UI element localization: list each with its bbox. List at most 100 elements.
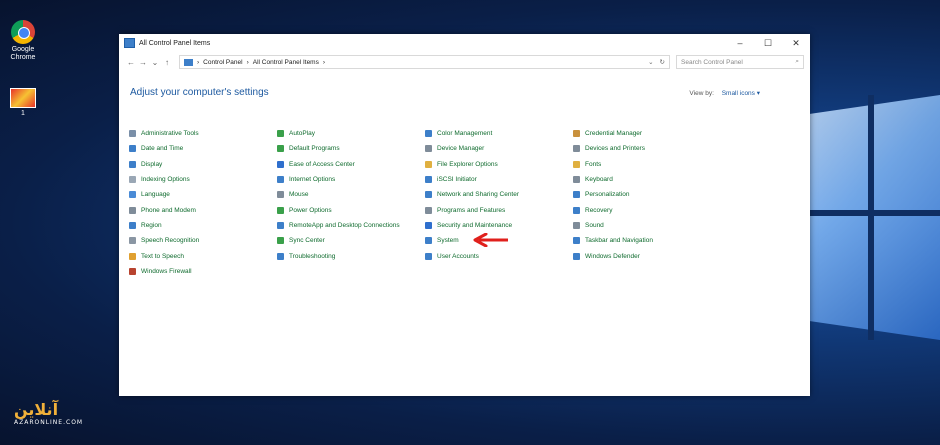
cp-item[interactable]: Taskbar and Navigation <box>573 233 721 248</box>
internet-options-icon <box>277 176 284 184</box>
network-icon <box>425 191 432 199</box>
security-flag-icon <box>425 221 432 229</box>
keyboard-icon <box>573 176 580 184</box>
image-file-icon <box>10 88 36 108</box>
minimize-button[interactable]: – <box>726 38 754 49</box>
phone-modem-icon <box>129 206 136 214</box>
cp-item[interactable]: Programs and Features <box>425 202 573 217</box>
credential-manager-icon <box>573 130 580 138</box>
back-button[interactable]: ← <box>125 58 137 67</box>
cp-item[interactable]: Recovery <box>573 202 721 217</box>
address-dropdown-icon[interactable]: ⌄ <box>648 58 653 66</box>
window-title: All Control Panel Items <box>139 39 211 47</box>
recent-locations-button[interactable]: ⌄ <box>149 58 161 67</box>
cp-item[interactable]: Network and Sharing Center <box>425 187 573 202</box>
control-panel-icon <box>124 38 135 48</box>
cp-item[interactable]: Date and Time <box>129 141 277 156</box>
date-time-icon <box>129 145 136 153</box>
device-manager-icon <box>425 145 432 153</box>
administrative-tools-icon <box>129 130 136 138</box>
iscsi-icon <box>425 176 432 184</box>
fonts-icon <box>573 160 580 168</box>
close-button[interactable]: ✕ <box>782 38 810 49</box>
personalization-icon <box>573 191 580 199</box>
sync-center-icon <box>277 237 284 245</box>
page-title: Adjust your computer's settings <box>130 87 269 98</box>
cp-item[interactable]: Credential Manager <box>573 126 721 141</box>
mouse-icon <box>277 191 284 199</box>
display-icon <box>129 160 136 168</box>
color-management-icon <box>425 130 432 138</box>
desktop-icon-chrome[interactable]: Google Chrome <box>3 20 43 62</box>
cp-item[interactable]: Sound <box>573 218 721 233</box>
remoteapp-icon <box>277 221 284 229</box>
chrome-icon <box>11 20 35 44</box>
cp-item[interactable]: Personalization <box>573 187 721 202</box>
cp-item[interactable]: Administrative Tools <box>129 126 277 141</box>
region-icon <box>129 221 136 229</box>
cp-item[interactable]: User Accounts <box>425 248 573 263</box>
search-icon: ⌕ <box>795 58 799 65</box>
red-arrow-annotation-icon <box>473 233 508 247</box>
cp-item[interactable]: RemoteApp and Desktop Connections <box>277 218 425 233</box>
cp-item[interactable]: Language <box>129 187 277 202</box>
recovery-icon <box>573 206 580 214</box>
view-by: View by: Small icons ▾ <box>689 89 760 97</box>
cp-item[interactable]: Ease of Access Center <box>277 157 425 172</box>
language-icon <box>129 191 136 199</box>
text-to-speech-icon <box>129 252 136 260</box>
autoplay-icon <box>277 130 284 138</box>
cp-item[interactable]: Display <box>129 157 277 172</box>
troubleshooting-icon <box>277 252 284 260</box>
user-accounts-icon <box>425 252 432 260</box>
cp-item[interactable]: Windows Defender <box>573 248 721 263</box>
cp-item[interactable]: Region <box>129 218 277 233</box>
cp-item[interactable]: Sync Center <box>277 233 425 248</box>
printer-icon <box>573 145 580 153</box>
cp-item[interactable]: Security and Maintenance <box>425 218 573 233</box>
cp-item[interactable]: Internet Options <box>277 172 425 187</box>
ease-of-access-icon <box>277 160 284 168</box>
cp-item[interactable]: Color Management <box>425 126 573 141</box>
maximize-button[interactable]: ☐ <box>754 38 782 49</box>
programs-features-icon <box>425 206 432 214</box>
control-panel-icon <box>184 58 193 66</box>
breadcrumb-all-items[interactable]: All Control Panel Items <box>253 59 319 66</box>
cp-item[interactable]: Device Manager <box>425 141 573 156</box>
control-panel-window: All Control Panel Items – ☐ ✕ ← → ⌄ ↑ › … <box>119 34 810 396</box>
power-options-icon <box>277 206 284 214</box>
cp-item[interactable]: Power Options <box>277 202 425 217</box>
cp-item[interactable]: Speech Recognition <box>129 233 277 248</box>
cp-item[interactable]: Keyboard <box>573 172 721 187</box>
speech-recognition-icon <box>129 237 136 245</box>
desktop-icon-image[interactable]: 1 <box>3 88 43 118</box>
search-input[interactable]: Search Control Panel ⌕ <box>676 55 804 69</box>
cp-item[interactable]: Troubleshooting <box>277 248 425 263</box>
speaker-icon <box>573 221 580 229</box>
title-bar[interactable]: All Control Panel Items – ☐ ✕ <box>119 34 810 52</box>
cp-item[interactable]: iSCSI Initiator <box>425 172 573 187</box>
cp-item[interactable]: Windows Firewall <box>129 264 277 279</box>
empty-cell <box>425 264 573 279</box>
cp-item[interactable]: AutoPlay <box>277 126 425 141</box>
refresh-icon[interactable]: ↻ <box>660 58 665 66</box>
defender-shield-icon <box>573 252 580 260</box>
cp-item[interactable]: Phone and Modem <box>129 202 277 217</box>
breadcrumb-control-panel[interactable]: Control Panel <box>203 59 242 66</box>
address-bar-row: ← → ⌄ ↑ › Control Panel › All Control Pa… <box>119 52 810 72</box>
cp-item[interactable]: Devices and Printers <box>573 141 721 156</box>
up-button[interactable]: ↑ <box>161 58 173 67</box>
cp-item[interactable]: File Explorer Options <box>425 157 573 172</box>
empty-cell <box>277 264 425 279</box>
firewall-icon <box>129 267 136 275</box>
address-bar[interactable]: › Control Panel › All Control Panel Item… <box>179 55 670 69</box>
taskbar-icon <box>573 237 580 245</box>
view-by-dropdown[interactable]: Small icons ▾ <box>722 90 760 97</box>
indexing-icon <box>129 176 136 184</box>
cp-item[interactable]: Default Programs <box>277 141 425 156</box>
forward-button[interactable]: → <box>137 58 149 67</box>
cp-item[interactable]: Text to Speech <box>129 248 277 263</box>
cp-item[interactable]: Fonts <box>573 157 721 172</box>
cp-item[interactable]: Indexing Options <box>129 172 277 187</box>
cp-item[interactable]: Mouse <box>277 187 425 202</box>
